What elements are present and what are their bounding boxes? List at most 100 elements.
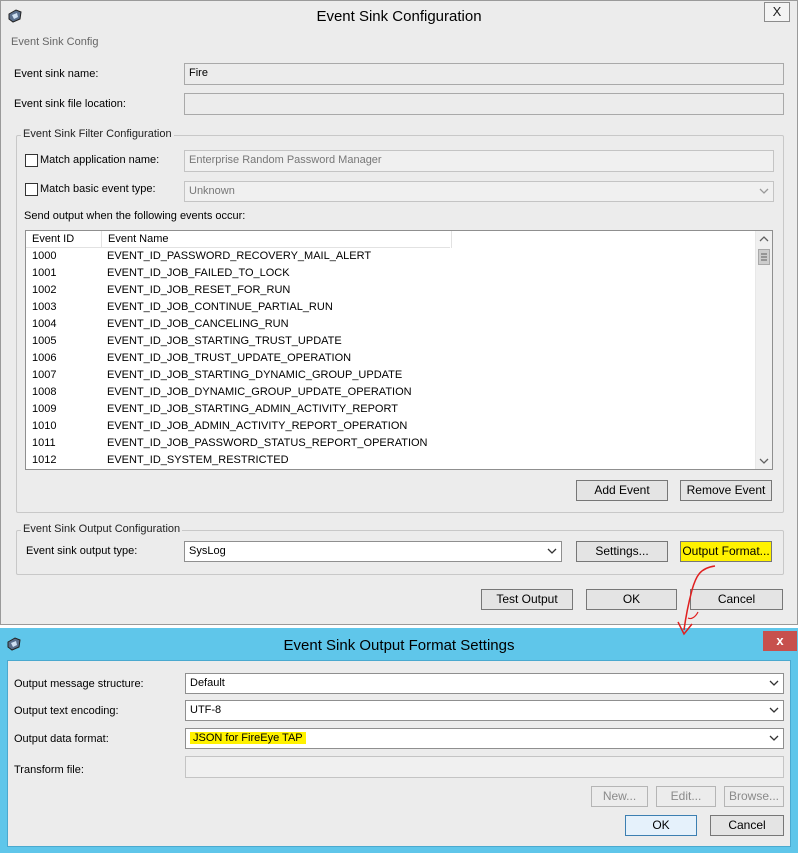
event-name: EVENT_ID_JOB_FAILED_TO_LOCK	[107, 267, 290, 279]
structure-value: Default	[190, 677, 225, 689]
config-group-title: Event Sink Config	[11, 36, 99, 48]
match-application-checkbox[interactable]	[25, 154, 38, 167]
event-name: EVENT_ID_JOB_DYNAMIC_GROUP_UPDATE_OPERAT…	[107, 386, 412, 398]
structure-select[interactable]: Default	[185, 673, 784, 694]
event-id: 1007	[32, 369, 57, 381]
output-format-settings-window: Event Sink Output Format Settings x Outp…	[0, 628, 798, 853]
column-header-event-id[interactable]: Event ID	[26, 231, 102, 248]
encoding-label: Output text encoding:	[14, 705, 119, 717]
event-sink-file-location-input[interactable]	[184, 93, 784, 115]
column-header-event-name[interactable]: Event Name	[102, 231, 452, 248]
format-settings-body: Output message structure: Default Output…	[7, 660, 791, 847]
table-row[interactable]: 1012 EVENT_ID_SYSTEM_RESTRICTED	[26, 452, 755, 469]
output-type-value: SysLog	[189, 545, 226, 557]
chevron-down-icon	[547, 545, 557, 557]
event-id: 1003	[32, 301, 57, 313]
scroll-down-icon[interactable]	[756, 452, 772, 469]
close-icon[interactable]: x	[763, 631, 797, 651]
event-name: EVENT_ID_JOB_CONTINUE_PARTIAL_RUN	[107, 301, 333, 313]
browse-button[interactable]: Browse...	[724, 786, 784, 807]
event-sink-name-label: Event sink name:	[14, 68, 99, 80]
event-name: EVENT_ID_JOB_PASSWORD_STATUS_REPORT_OPER…	[107, 437, 428, 449]
settings-button[interactable]: Settings...	[576, 541, 668, 562]
edit-button[interactable]: Edit...	[656, 786, 716, 807]
scroll-thumb[interactable]	[758, 249, 770, 265]
output-type-select[interactable]: SysLog	[184, 541, 562, 562]
event-id: 1004	[32, 318, 57, 330]
new-button[interactable]: New...	[591, 786, 648, 807]
match-event-type-value: Unknown	[189, 185, 235, 197]
add-event-button[interactable]: Add Event	[576, 480, 668, 501]
output-format-button[interactable]: Output Format...	[680, 541, 772, 562]
chevron-down-icon	[759, 185, 769, 197]
event-name: EVENT_ID_JOB_TRUST_UPDATE_OPERATION	[107, 352, 352, 364]
event-sink-name-input[interactable]: Fire	[184, 63, 784, 85]
output-group-title: Event Sink Output Configuration	[21, 523, 183, 535]
event-sink-file-location-label: Event sink file location:	[14, 98, 126, 110]
test-output-button[interactable]: Test Output	[481, 589, 573, 610]
transform-file-input[interactable]	[185, 756, 784, 778]
annotation-arrow	[677, 565, 716, 636]
event-id: 1008	[32, 386, 57, 398]
event-id: 1002	[32, 284, 57, 296]
event-id: 1010	[32, 420, 57, 432]
events-list-scrollbar[interactable]	[755, 231, 772, 469]
table-row[interactable]: 1007 EVENT_ID_JOB_STARTING_DYNAMIC_GROUP_…	[26, 367, 755, 384]
structure-label: Output message structure:	[14, 678, 144, 690]
table-row[interactable]: 1004 EVENT_ID_JOB_CANCELING_RUN	[26, 316, 755, 333]
event-id: 1012	[32, 454, 57, 466]
table-row[interactable]: 1011 EVENT_ID_JOB_PASSWORD_STATUS_REPORT_…	[26, 435, 755, 452]
match-event-type-label: Match basic event type:	[40, 183, 156, 195]
transform-file-label: Transform file:	[14, 764, 84, 776]
events-list-header: Event ID Event Name	[26, 231, 452, 248]
chevron-down-icon	[769, 704, 779, 716]
output-type-label: Event sink output type:	[26, 545, 138, 557]
match-application-label: Match application name:	[40, 154, 160, 166]
table-row[interactable]: 1005 EVENT_ID_JOB_STARTING_TRUST_UPDATE	[26, 333, 755, 350]
event-id: 1009	[32, 403, 57, 415]
table-row[interactable]: 1009 EVENT_ID_JOB_STARTING_ADMIN_ACTIVITY…	[26, 401, 755, 418]
event-name: EVENT_ID_SYSTEM_RESTRICTED	[107, 454, 289, 466]
encoding-select[interactable]: UTF-8	[185, 700, 784, 721]
remove-event-button[interactable]: Remove Event	[680, 480, 772, 501]
event-name: EVENT_ID_JOB_STARTING_TRUST_UPDATE	[107, 335, 342, 347]
close-icon[interactable]: X	[764, 2, 790, 22]
chevron-down-icon	[769, 732, 779, 744]
chevron-down-icon	[769, 677, 779, 689]
data-format-select[interactable]: JSON for FireEye TAP	[185, 728, 784, 749]
filter-group-title: Event Sink Filter Configuration	[21, 128, 174, 140]
events-list-rows: 1000 EVENT_ID_PASSWORD_RECOVERY_MAIL_ALER…	[26, 248, 755, 469]
match-event-type-select[interactable]: Unknown	[184, 181, 774, 202]
event-name: EVENT_ID_JOB_STARTING_DYNAMIC_GROUP_UPDA…	[107, 369, 403, 381]
ok-button[interactable]: OK	[625, 815, 697, 836]
scroll-up-icon[interactable]	[756, 231, 772, 248]
ok-button[interactable]: OK	[586, 589, 677, 610]
match-event-type-checkbox[interactable]	[25, 183, 38, 196]
title-bar: Event Sink Configuration X	[1, 1, 797, 32]
event-name: EVENT_ID_JOB_RESET_FOR_RUN	[107, 284, 291, 296]
event-name: EVENT_ID_JOB_STARTING_ADMIN_ACTIVITY_REP…	[107, 403, 398, 415]
table-row[interactable]: 1010 EVENT_ID_JOB_ADMIN_ACTIVITY_REPORT_O…	[26, 418, 755, 435]
event-id: 1011	[32, 437, 56, 449]
data-format-value: JSON for FireEye TAP	[190, 732, 306, 744]
data-format-label: Output data format:	[14, 733, 109, 745]
event-id: 1005	[32, 335, 57, 347]
table-row[interactable]: 1008 EVENT_ID_JOB_DYNAMIC_GROUP_UPDATE_OP…	[26, 384, 755, 401]
event-name: EVENT_ID_PASSWORD_RECOVERY_MAIL_ALERT	[107, 250, 372, 262]
table-row[interactable]: 1006 EVENT_ID_JOB_TRUST_UPDATE_OPERATION	[26, 350, 755, 367]
event-name: EVENT_ID_JOB_CANCELING_RUN	[107, 318, 289, 330]
event-id: 1000	[32, 250, 57, 262]
event-name: EVENT_ID_JOB_ADMIN_ACTIVITY_REPORT_OPERA…	[107, 420, 408, 432]
events-list[interactable]: Event ID Event Name 1000 EVENT_ID_PASSWOR…	[25, 230, 773, 470]
encoding-value: UTF-8	[190, 704, 222, 716]
match-application-input[interactable]: Enterprise Random Password Manager	[184, 150, 774, 172]
cancel-button[interactable]: Cancel	[710, 815, 784, 836]
event-id: 1006	[32, 352, 57, 364]
table-row[interactable]: 1000 EVENT_ID_PASSWORD_RECOVERY_MAIL_ALER…	[26, 248, 755, 265]
table-row[interactable]: 1003 EVENT_ID_JOB_CONTINUE_PARTIAL_RUN	[26, 299, 755, 316]
send-output-label: Send output when the following events oc…	[24, 210, 246, 222]
event-id: 1001	[32, 267, 57, 279]
window-title: Event Sink Configuration	[316, 8, 482, 25]
table-row[interactable]: 1002 EVENT_ID_JOB_RESET_FOR_RUN	[26, 282, 755, 299]
table-row[interactable]: 1001 EVENT_ID_JOB_FAILED_TO_LOCK	[26, 265, 755, 282]
